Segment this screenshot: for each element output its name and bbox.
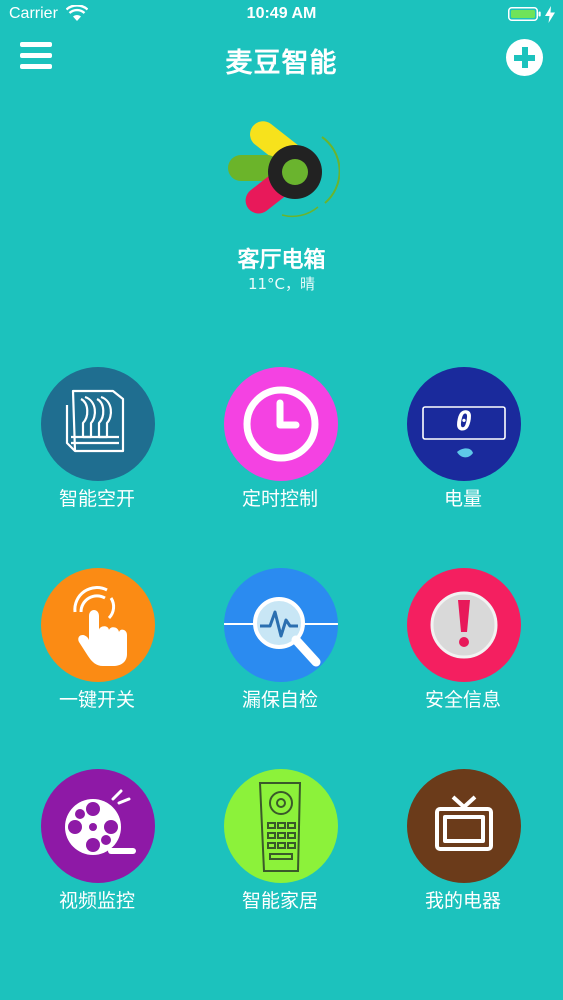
grid-item-circle xyxy=(224,367,338,481)
add-device-button[interactable] xyxy=(506,39,543,76)
grid-item-label: 我的电器 xyxy=(424,890,501,912)
nav-bar: 麦豆智能 xyxy=(0,30,563,90)
remote-control-icon xyxy=(258,782,302,872)
grid-item-smart-breaker[interactable]: 智能空开 xyxy=(7,367,187,517)
touch-icon xyxy=(73,586,127,666)
grid-item-label: 视频监控 xyxy=(58,890,135,912)
brand-logo xyxy=(228,121,340,218)
breaker-icon xyxy=(65,389,125,453)
grid-item-circle xyxy=(224,568,338,682)
grid-item-label: 电量 xyxy=(443,488,482,510)
status-bar: Carrier 10:49 AM xyxy=(0,0,563,30)
battery-icon xyxy=(508,7,541,21)
clock-icon xyxy=(243,386,319,462)
grid-item-circle: 0 xyxy=(407,367,521,481)
grid-item-circle xyxy=(41,367,155,481)
grid-item-label: 一键开关 xyxy=(58,689,135,711)
grid-item-timer-control[interactable]: 定时控制 xyxy=(190,367,370,517)
grid-item-power-usage[interactable]: 0 电量 xyxy=(373,367,553,517)
grid-item-circle xyxy=(407,769,521,883)
grid-item-video-monitoring[interactable]: 视频监控 xyxy=(7,769,187,919)
film-reel-icon xyxy=(65,789,136,855)
status-time: 10:49 AM xyxy=(246,5,317,22)
tv-icon xyxy=(435,795,493,851)
grid-item-label: 漏保自检 xyxy=(241,689,318,711)
charging-icon xyxy=(545,6,555,23)
grid-item-circle xyxy=(407,568,521,682)
grid-item-one-key-switch[interactable]: 一键开关 xyxy=(7,568,187,718)
magnifier-icon xyxy=(224,597,338,667)
page-title: 麦豆智能 xyxy=(225,48,338,79)
grid-item-label: 智能家居 xyxy=(241,890,318,912)
grid-item-circle xyxy=(41,769,155,883)
grid-item-label: 安全信息 xyxy=(424,689,501,711)
grid-item-label: 定时控制 xyxy=(241,488,318,510)
grid-item-circle xyxy=(41,568,155,682)
grid-item-safety-info[interactable]: 安全信息 xyxy=(373,568,553,718)
weather-text: 11°C，晴 xyxy=(247,275,316,293)
grid-item-my-appliances[interactable]: 我的电器 xyxy=(373,769,553,919)
meter-digit: 0 xyxy=(455,406,473,437)
warning-icon xyxy=(430,591,498,659)
grid-item-smart-home[interactable]: 智能家居 xyxy=(190,769,370,919)
grid-item-leakage-self-test[interactable]: 漏保自检 xyxy=(190,568,370,718)
grid-item-label: 智能空开 xyxy=(58,488,135,510)
grid-item-circle xyxy=(224,769,338,883)
device-name: 客厅电箱 xyxy=(237,248,326,273)
